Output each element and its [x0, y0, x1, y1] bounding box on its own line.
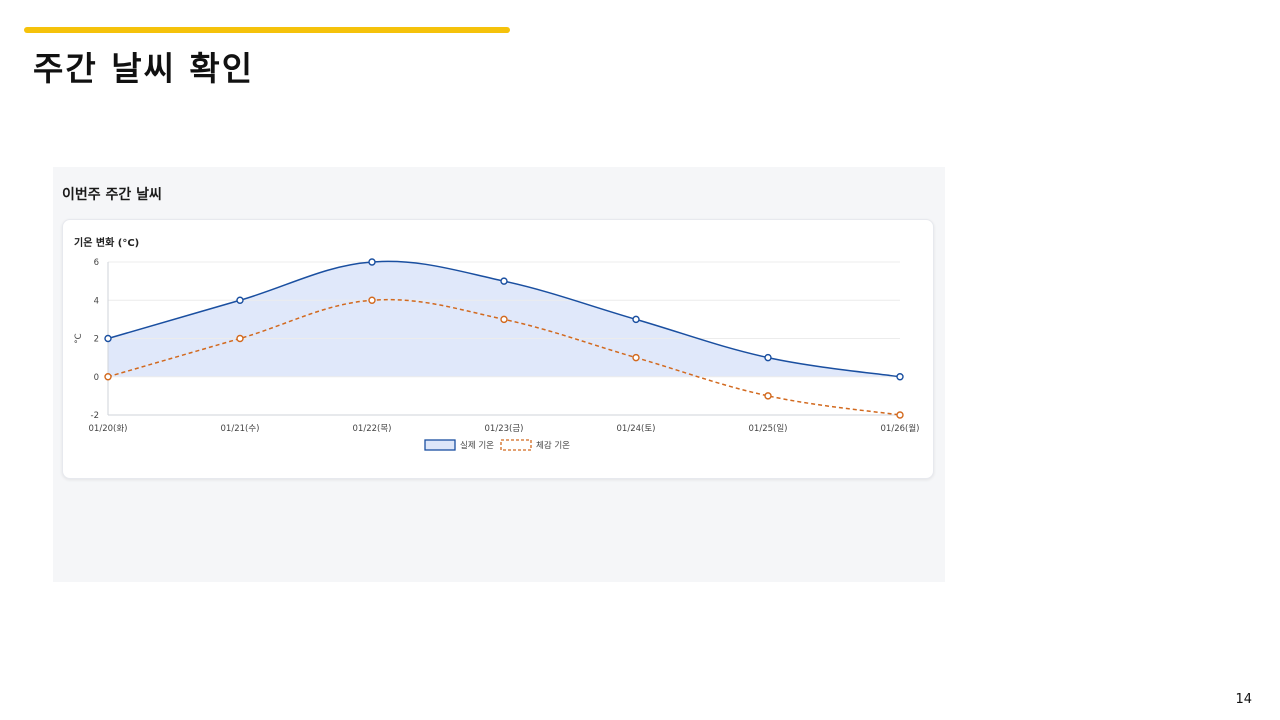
data-point: [368, 258, 376, 266]
x-tick-label: 01/25(일): [749, 424, 788, 434]
y-tick-label: 4: [94, 296, 99, 306]
data-point: [500, 277, 508, 285]
y-tick-label: -2: [91, 411, 99, 421]
slide-title: 주간 날씨 확인: [33, 49, 255, 88]
weather-panel: 이번주 주간 날씨 기온 변화 (°C) 6 4 2 0 -2 °C 01/20(화) 01/…: [53, 167, 945, 582]
data-point: [632, 353, 640, 362]
legend-swatch: [500, 439, 532, 451]
y-axis-label: °C: [74, 333, 84, 343]
temperature-chart: 6 4 2 0 -2 °C 01/20(화) 01/21(수) 01/22(목) 01/23(금)…: [74, 258, 920, 451]
y-tick-label: 0: [94, 373, 99, 383]
x-tick-label: 01/26(월): [881, 423, 920, 434]
chart-card: 기온 변화 (°C) 6 4 2 0 -2 °C 01/20(화) 01/21(수) 01/22…: [62, 219, 934, 479]
data-point: [896, 411, 904, 419]
data-point: [104, 334, 112, 343]
x-tick-label: 01/23(금): [485, 424, 524, 434]
x-tick-label: 01/21(수): [221, 424, 260, 434]
panel-title: 이번주 주간 날씨: [62, 187, 162, 203]
legend-label: 실제 기온: [460, 440, 494, 451]
data-point: [764, 392, 772, 400]
data-point: [368, 296, 376, 304]
data-point: [236, 296, 244, 304]
legend-label: 체감 기온: [536, 440, 570, 451]
data-point: [764, 353, 772, 362]
data-point: [896, 373, 904, 381]
data-point: [500, 315, 508, 324]
legend-swatch: [424, 439, 456, 451]
x-tick-label: 01/20(화): [89, 424, 128, 434]
data-point: [104, 373, 112, 381]
accent-bar: [24, 27, 510, 33]
data-point: [236, 334, 244, 343]
x-tick-label: 01/24(토): [617, 424, 656, 434]
x-tick-label: 01/22(목): [353, 424, 392, 434]
y-tick-label: 6: [94, 258, 99, 268]
data-point: [632, 315, 640, 324]
y-tick-label: 2: [94, 335, 99, 345]
page-number: 14: [1235, 692, 1252, 707]
